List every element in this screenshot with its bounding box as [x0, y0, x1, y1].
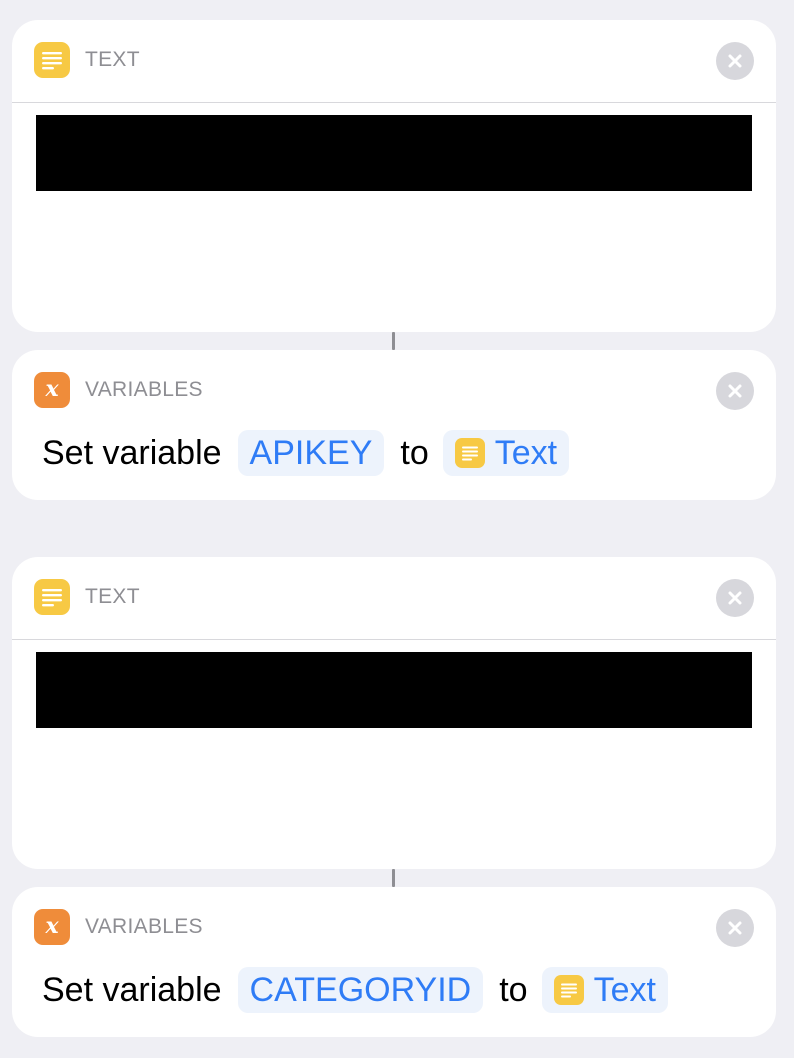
text-lines-icon: [553, 975, 584, 1005]
variable-x-icon: x: [34, 372, 70, 408]
set-variable-sentence: Set variable CATEGORYID to Text: [42, 967, 668, 1013]
action-header: TEXT: [34, 579, 140, 615]
action-header: x VARIABLES: [34, 909, 203, 945]
close-icon: [728, 591, 742, 605]
text-action-card: TEXT: [12, 557, 776, 869]
close-icon: [728, 921, 742, 935]
input-variable-label: Text: [494, 433, 558, 472]
text-lines-icon: [454, 438, 485, 468]
input-variable-token[interactable]: Text: [442, 430, 570, 476]
redacted-text-content[interactable]: [36, 115, 752, 191]
to-label: to: [400, 433, 429, 472]
set-variable-sentence: Set variable APIKEY to Text: [42, 430, 570, 476]
variable-name-token[interactable]: APIKEY: [237, 430, 385, 476]
input-variable-label: Text: [593, 970, 656, 1009]
remove-action-button[interactable]: [716, 372, 754, 410]
flow-connector: [392, 869, 395, 887]
set-variable-action-card: x VARIABLES Set variable APIKEY to Text: [12, 350, 776, 500]
close-icon: [728, 54, 742, 68]
variable-name-token[interactable]: CATEGORYID: [237, 967, 484, 1013]
header-divider: [12, 639, 776, 640]
text-lines-icon: [34, 42, 70, 78]
action-header: TEXT: [34, 42, 140, 78]
text-action-card: TEXT: [12, 20, 776, 332]
text-lines-icon: [34, 579, 70, 615]
input-variable-token[interactable]: Text: [541, 967, 668, 1013]
action-title: VARIABLES: [85, 378, 203, 401]
set-variable-label: Set variable: [42, 433, 222, 472]
set-variable-label: Set variable: [42, 970, 222, 1009]
remove-action-button[interactable]: [716, 909, 754, 947]
to-label: to: [499, 970, 528, 1009]
action-title: TEXT: [85, 48, 140, 71]
close-icon: [728, 384, 742, 398]
remove-action-button[interactable]: [716, 579, 754, 617]
redacted-text-content[interactable]: [36, 652, 752, 728]
action-title: TEXT: [85, 585, 140, 608]
action-header: x VARIABLES: [34, 372, 203, 408]
set-variable-action-card: x VARIABLES Set variable CATEGORYID to T…: [12, 887, 776, 1037]
header-divider: [12, 102, 776, 103]
variable-x-icon: x: [34, 909, 70, 945]
action-title: VARIABLES: [85, 915, 203, 938]
remove-action-button[interactable]: [716, 42, 754, 80]
flow-connector: [392, 332, 395, 350]
